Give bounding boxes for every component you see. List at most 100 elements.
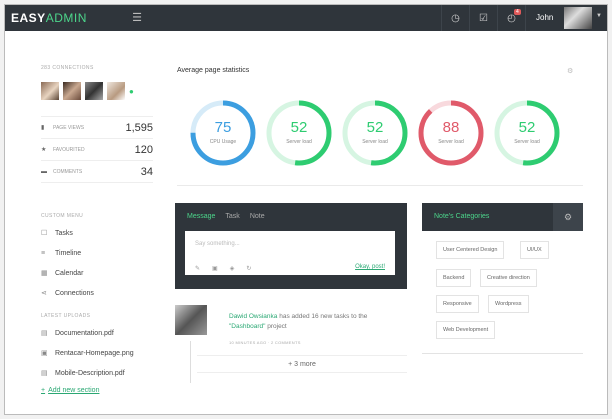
gauge-value: 52	[366, 119, 384, 136]
location-icon[interactable]: ◈	[230, 265, 235, 272]
uploads-title: LATEST UPLOADS	[41, 313, 91, 319]
upload-item[interactable]: ▤ Mobile-Description.pdf	[41, 363, 153, 383]
gauge-value: 88	[442, 119, 460, 136]
avatar	[564, 7, 592, 29]
avatar[interactable]	[175, 305, 207, 335]
plus-icon: +	[41, 387, 46, 394]
user-name: John	[536, 13, 554, 22]
connection-avatar[interactable]	[41, 82, 59, 100]
notification-badge: 4	[514, 9, 521, 15]
add-section-link[interactable]: + Add new section	[41, 387, 153, 394]
connections-title: 283 CONNECTIONS	[41, 65, 94, 71]
stats-list: ▮ PAGE VIEWS 1,595 ★ FAVOURITED 120 ▬ COMME…	[41, 116, 153, 183]
category-tag[interactable]: Responsive	[436, 295, 479, 313]
chart-icon: ▮	[41, 125, 45, 131]
upload-item[interactable]: ▤ Documentation.pdf	[41, 323, 153, 343]
stat-value: 34	[140, 165, 153, 178]
timeline-line	[190, 341, 191, 383]
image-icon: ▣	[41, 350, 48, 357]
category-tag[interactable]: Web Development	[436, 321, 496, 339]
sidebar: 283 CONNECTIONS ● ▮ PAGE VIEWS 1,595 ★ FAV…	[41, 65, 153, 394]
hamburger-icon[interactable]: ☰	[128, 10, 146, 26]
comment-icon: ▬	[41, 168, 47, 175]
check-square-icon[interactable]: ☑	[469, 5, 497, 31]
topbar-actions: ◷ ☑ ◴ 4 John ▼	[441, 5, 607, 31]
gauge-value: 52	[518, 119, 536, 136]
gear-icon[interactable]: ⚙	[567, 67, 573, 75]
gauge-label: Server load	[362, 139, 388, 145]
message-composer: Message Task Note Say something... ✎ ▣ ◈…	[175, 203, 407, 289]
list-icon: ≡	[41, 249, 46, 257]
gauge-label: Server load	[514, 139, 540, 145]
gauge-label: Server load	[286, 139, 312, 145]
activity-user-link[interactable]: Dawid Owsianka	[229, 313, 277, 320]
pencil-icon[interactable]: ✎	[195, 265, 200, 272]
share-icon: ⋖	[41, 290, 47, 297]
gear-icon[interactable]: ⚙	[553, 203, 583, 231]
gauge-label: CPU Usage	[209, 139, 237, 145]
composer-tabs: Message Task Note	[187, 213, 275, 220]
more-button[interactable]: + 3 more	[197, 355, 407, 373]
category-tag[interactable]: Wordpress	[488, 295, 529, 313]
gauge-label: Server load	[438, 139, 464, 145]
app-window: EASYADMIN ☰ ◷ ☑ ◴ 4 John ▼ 283 CONNECTION…	[4, 4, 608, 415]
checkbox-icon: ☐	[41, 230, 48, 237]
connection-avatar[interactable]	[63, 82, 81, 100]
connections-row: ●	[41, 82, 153, 100]
activity-text: Dawid Owsianka has added 16 new tasks to…	[229, 313, 368, 330]
menu-item-connections[interactable]: ⋖ Connections	[41, 283, 153, 303]
divider	[422, 353, 583, 354]
chevron-down-icon: ▼	[596, 13, 602, 19]
logo-area: EASYADMIN ☰	[5, 5, 150, 31]
attachment-icons: ✎ ▣ ◈ ↻	[195, 265, 263, 272]
gauge-server-load: 88 Server load	[417, 99, 485, 167]
page-title: Average page statistics	[177, 67, 250, 74]
star-icon: ★	[41, 147, 47, 153]
uploads-list: ▤ Documentation.pdf ▣ Rentacar-Homepage.pn…	[41, 323, 153, 383]
connection-avatar[interactable]	[85, 82, 103, 100]
stat-value: 1,595	[125, 121, 153, 134]
menu-item-calendar[interactable]: ▦ Calendar	[41, 263, 153, 283]
tab-task[interactable]: Task	[225, 213, 239, 220]
menu-item-timeline[interactable]: ≡ Timeline	[41, 243, 153, 263]
gauge-cpu: 75 CPU Usage	[189, 99, 257, 167]
tab-note[interactable]: Note	[250, 213, 265, 220]
custom-menu-title: CUSTOM MENU	[41, 213, 84, 219]
camera-icon[interactable]: ▣	[212, 265, 218, 272]
divider	[177, 185, 583, 186]
category-tag[interactable]: User Centered Design	[436, 241, 505, 259]
category-tag[interactable]: Creative direction	[480, 269, 537, 287]
upload-item[interactable]: ▣ Rentacar-Homepage.png	[41, 343, 153, 363]
logo[interactable]: EASYADMIN	[11, 11, 87, 25]
gauge-server-load: 52 Server load	[265, 99, 333, 167]
gauge-server-load: 52 Server load	[493, 99, 561, 167]
category-tag[interactable]: Backend	[436, 269, 472, 287]
stat-page-views: ▮ PAGE VIEWS 1,595	[41, 117, 153, 139]
calendar-icon: ▦	[41, 270, 48, 277]
file-icon: ▤	[41, 370, 48, 377]
menu-item-tasks[interactable]: ☐ Tasks	[41, 223, 153, 243]
notes-header: Note's Categories ⚙	[422, 203, 583, 231]
message-input[interactable]: Say something... ✎ ▣ ◈ ↻ Okay, post!	[185, 231, 395, 275]
message-placeholder: Say something...	[195, 241, 240, 247]
gauge-value: 75	[214, 119, 232, 136]
clock-icon[interactable]: ◷	[441, 5, 469, 31]
activity-meta: 10 MINUTES AGO · 2 COMMENTS	[229, 340, 301, 345]
category-tag[interactable]: UI/UX	[520, 241, 549, 259]
custom-menu: ☐ Tasks ≡ Timeline ▦ Calendar ⋖ Connections	[41, 223, 153, 303]
top-bar: EASYADMIN ☰ ◷ ☑ ◴ 4 John ▼	[5, 5, 607, 31]
tab-message[interactable]: Message	[187, 213, 215, 220]
notes-title: Note's Categories	[434, 213, 490, 220]
stat-favourited: ★ FAVOURITED 120	[41, 139, 153, 161]
connection-avatar[interactable]	[107, 82, 125, 100]
stat-comments: ▬ COMMENTS 34	[41, 161, 153, 183]
gauge-server-load: 52 Server load	[341, 99, 409, 167]
post-button[interactable]: Okay, post!	[355, 264, 385, 270]
activity-project-link[interactable]: "Dashboard"	[229, 323, 265, 330]
user-menu[interactable]: John ▼	[525, 5, 607, 31]
gauge-value: 52	[290, 119, 308, 136]
user-icon[interactable]: ●	[129, 87, 134, 96]
refresh-icon[interactable]: ↻	[246, 265, 251, 272]
alarm-icon[interactable]: ◴ 4	[497, 5, 525, 31]
file-icon: ▤	[41, 330, 48, 337]
